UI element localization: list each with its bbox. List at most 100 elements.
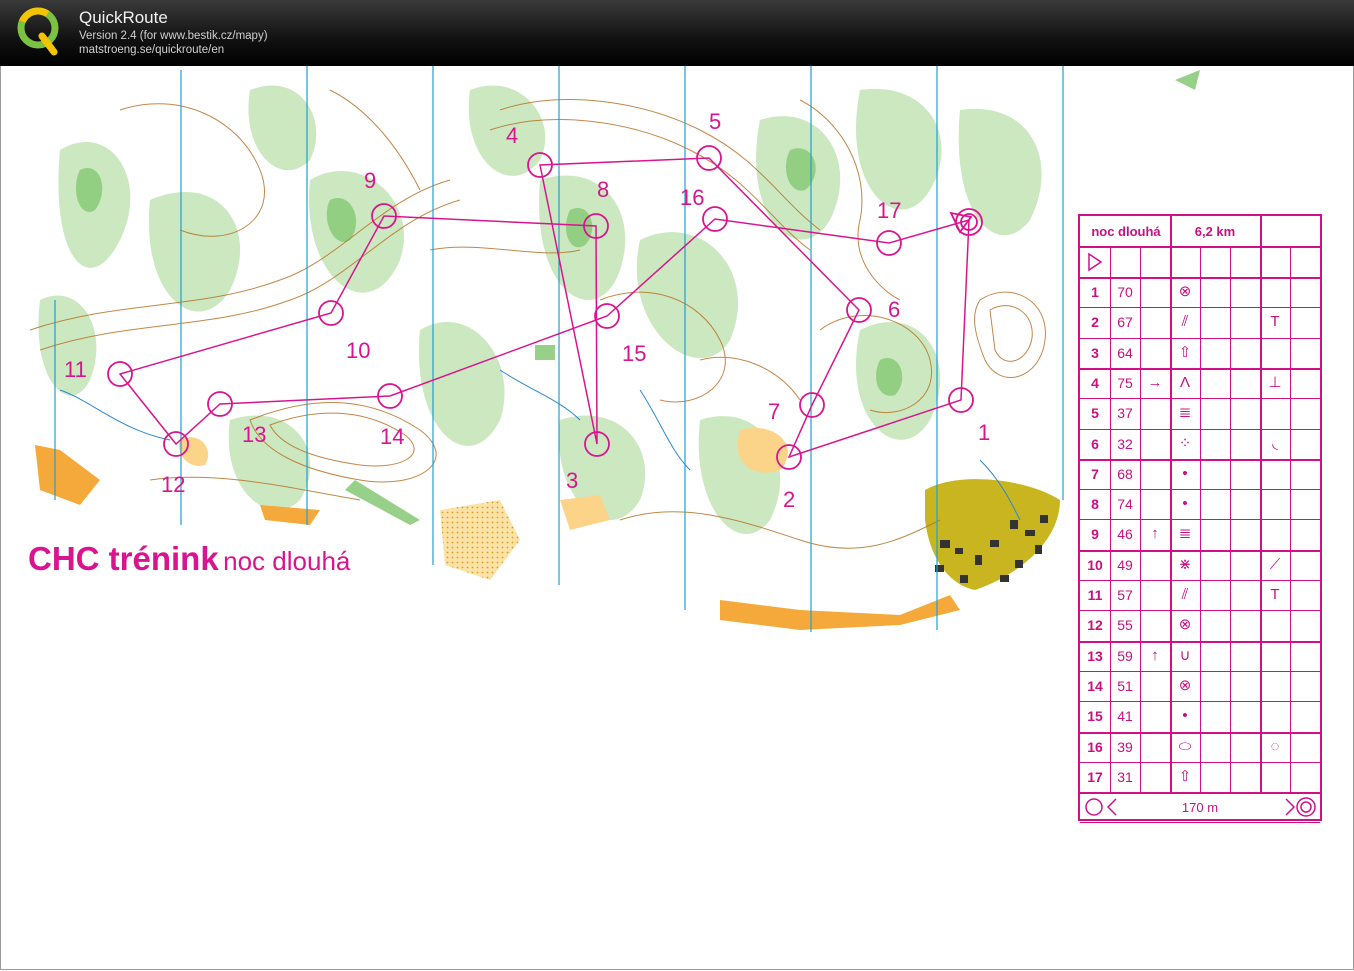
control-direction-icon: → bbox=[1147, 373, 1163, 391]
control-number: 5 bbox=[1091, 405, 1099, 422]
control-feature-icon: ⫽ bbox=[1181, 313, 1189, 331]
control-label-17: 17 bbox=[877, 198, 901, 223]
description-grid-column bbox=[1290, 246, 1291, 793]
control-feature-icon: ⁘ bbox=[1178, 434, 1192, 452]
control-appearance-icon: ◟ bbox=[1272, 434, 1278, 452]
control-code: 41 bbox=[1117, 708, 1133, 725]
description-course-length: 6,2 km bbox=[1194, 224, 1236, 239]
control-number: 15 bbox=[1087, 708, 1103, 725]
control-number: 4 bbox=[1091, 374, 1099, 391]
control-number: 8 bbox=[1091, 496, 1099, 513]
control-feature-icon: ⬭ bbox=[1178, 737, 1192, 755]
finish-distance: 170 m bbox=[1181, 800, 1219, 815]
control-number: 13 bbox=[1087, 647, 1103, 664]
description-grid-column bbox=[1230, 246, 1231, 793]
control-appearance-icon: ◌ bbox=[1270, 737, 1280, 755]
control-feature-icon: ⊗ bbox=[1178, 283, 1192, 300]
control-appearance-icon: T bbox=[1270, 313, 1280, 331]
app-url[interactable]: matstroeng.se/quickroute/en bbox=[79, 44, 224, 56]
description-grid-column bbox=[1140, 246, 1141, 793]
control-code: 39 bbox=[1117, 738, 1133, 755]
control-label-7: 7 bbox=[768, 399, 780, 424]
control-feature-icon: • bbox=[1182, 464, 1188, 482]
control-code: 46 bbox=[1117, 526, 1133, 543]
control-code: 55 bbox=[1117, 617, 1133, 634]
control-appearance-icon: ⊥ bbox=[1268, 373, 1282, 391]
control-feature-icon: ≣ bbox=[1178, 525, 1192, 543]
description-course-name: noc dlouhá bbox=[1091, 224, 1161, 239]
control-label-5: 5 bbox=[709, 109, 721, 134]
control-label-2: 2 bbox=[783, 487, 795, 512]
control-number: 3 bbox=[1091, 344, 1099, 361]
control-label-9: 9 bbox=[364, 168, 376, 193]
control-code: 67 bbox=[1117, 314, 1133, 331]
finish-circle-icon bbox=[1285, 797, 1316, 817]
control-code: 74 bbox=[1117, 496, 1133, 513]
control-direction-icon: ↑ bbox=[1151, 525, 1159, 543]
description-grid-line bbox=[1080, 792, 1320, 795]
control-number: 14 bbox=[1087, 677, 1103, 694]
control-label-4: 4 bbox=[506, 123, 518, 148]
control-label-12: 12 bbox=[161, 472, 185, 497]
control-feature-icon: ⊗ bbox=[1178, 676, 1192, 694]
control-number: 11 bbox=[1087, 587, 1103, 603]
control-direction-icon: ↑ bbox=[1151, 646, 1159, 664]
control-feature-icon: Λ bbox=[1179, 373, 1191, 391]
control-feature-icon: ⇧ bbox=[1178, 767, 1192, 785]
description-grid-column bbox=[1260, 216, 1262, 793]
control-code: 70 bbox=[1117, 284, 1133, 300]
control-label-13: 13 bbox=[242, 422, 266, 447]
description-grid-column bbox=[1110, 246, 1111, 793]
app-version: Version 2.4 (for www.bestik.cz/mapy) bbox=[79, 30, 268, 42]
description-grid-line bbox=[1080, 822, 1320, 824]
control-code: 57 bbox=[1117, 587, 1133, 603]
control-code: 49 bbox=[1117, 556, 1133, 573]
control-number: 12 bbox=[1087, 617, 1103, 634]
control-label-11: 11 bbox=[64, 357, 87, 382]
description-grid-column bbox=[1170, 216, 1172, 793]
control-code: 31 bbox=[1117, 768, 1133, 785]
description-grid-column bbox=[1200, 246, 1201, 793]
control-code: 37 bbox=[1117, 405, 1133, 422]
control-code: 75 bbox=[1117, 374, 1133, 391]
control-number: 16 bbox=[1087, 738, 1103, 755]
control-label-3: 3 bbox=[566, 468, 578, 493]
control-code: 64 bbox=[1117, 344, 1133, 361]
control-number: 10 bbox=[1087, 556, 1103, 573]
finish-start-icon bbox=[1085, 798, 1117, 816]
course-caption-title: CHC trénink bbox=[28, 540, 219, 577]
control-appearance-icon: ⟋ bbox=[1269, 555, 1281, 573]
course-caption: CHC trénink noc dlouhá bbox=[28, 540, 350, 578]
control-label-1: 1 bbox=[978, 420, 990, 445]
control-feature-icon: • bbox=[1182, 707, 1188, 725]
control-number: 9 bbox=[1091, 526, 1099, 543]
control-code: 59 bbox=[1117, 647, 1133, 664]
control-appearance-icon: T bbox=[1270, 586, 1280, 603]
control-feature-icon: • bbox=[1182, 495, 1188, 513]
control-feature-icon: ⇧ bbox=[1178, 343, 1192, 361]
app-title: QuickRoute bbox=[79, 8, 168, 27]
control-number: 1 bbox=[1091, 284, 1099, 300]
control-label-8: 8 bbox=[597, 177, 609, 202]
control-code: 68 bbox=[1117, 465, 1133, 482]
control-label-15: 15 bbox=[622, 341, 646, 366]
start-triangle-icon bbox=[1088, 252, 1103, 272]
control-code: 51 bbox=[1117, 677, 1133, 694]
control-feature-icon: ⫽ bbox=[1181, 586, 1189, 603]
quickroute-logo-icon bbox=[17, 7, 59, 56]
control-label-6: 6 bbox=[888, 297, 900, 322]
course-caption-subtitle: noc dlouhá bbox=[223, 546, 351, 576]
control-feature-icon: ≣ bbox=[1178, 404, 1192, 422]
control-code: 32 bbox=[1117, 435, 1133, 452]
control-label-16: 16 bbox=[680, 185, 704, 210]
control-label-10: 10 bbox=[346, 338, 370, 363]
control-number: 6 bbox=[1091, 435, 1099, 452]
app-header: QuickRoute Version 2.4 (for www.bestik.c… bbox=[0, 0, 1354, 66]
control-description-sheet: noc dlouhá 6,2 km 1 70 ⊗ 2 67 ⫽ T 3 64 ⇧ 4 75 → Λ ⊥ 5 37… bbox=[1078, 214, 1322, 824]
control-number: 17 bbox=[1087, 768, 1103, 785]
control-number: 2 bbox=[1091, 314, 1099, 331]
control-label-14: 14 bbox=[380, 424, 404, 449]
control-feature-icon: ⊗ bbox=[1178, 616, 1192, 634]
control-feature-icon: ⋇ bbox=[1178, 555, 1192, 573]
control-number: 7 bbox=[1091, 465, 1099, 482]
